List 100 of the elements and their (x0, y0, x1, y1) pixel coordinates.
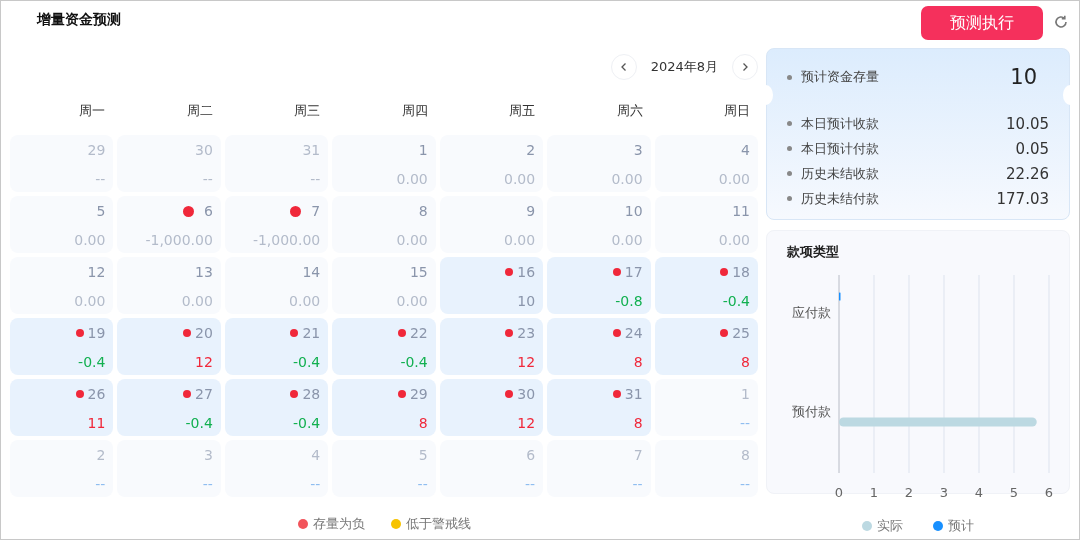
day-number: 3 (203, 447, 213, 463)
calendar-day[interactable]: 8 -- (654, 440, 758, 497)
calendar-day[interactable]: 1 0.00 (332, 135, 436, 192)
day-number: 13 (195, 264, 213, 280)
day-number: 25 (732, 325, 750, 341)
day-amount: -- (739, 415, 750, 431)
calendar-day[interactable]: 5 0.00 (10, 196, 114, 253)
calendar-day[interactable]: 27 -0.4 (117, 379, 221, 436)
weekday-header: 周日 (723, 102, 751, 120)
day-number: 5 (418, 447, 428, 463)
calendar-day[interactable]: 15 0.00 (332, 257, 436, 314)
day-number: 29 (87, 142, 106, 158)
calendar-day[interactable]: 18 -0.4 (654, 257, 758, 314)
calendar-day[interactable]: 5 -- (332, 440, 436, 497)
day-number: 6 (203, 203, 213, 219)
summary-value: 10 (1010, 65, 1037, 89)
day-number: 22 (409, 325, 428, 341)
forecast-button[interactable]: 预测执行 (921, 6, 1043, 40)
day-amount: -- (310, 171, 321, 187)
day-amount: -0.4 (78, 354, 106, 370)
summary-label: 历史未结收款 (801, 164, 880, 183)
calendar-day[interactable]: 19 -0.4 (10, 318, 114, 375)
calendar-day[interactable]: 3 0.00 (547, 135, 651, 192)
calendar-day[interactable]: 17 -0.8 (547, 257, 651, 314)
day-amount: 0.00 (396, 232, 428, 248)
day-amount: -1,000.00 (252, 232, 321, 248)
summary-label: 本日预计收款 (801, 114, 880, 133)
calendar-day[interactable]: 31 -- (224, 135, 329, 192)
day-amount: -- (95, 476, 106, 492)
day-number: 21 (302, 325, 321, 341)
calendar-day[interactable]: 8 0.00 (332, 196, 436, 253)
day-amount: 0.00 (289, 293, 321, 309)
calendar-day[interactable]: 21 -0.4 (224, 318, 329, 375)
weekday-header: 周四 (400, 102, 429, 120)
calendar-day[interactable]: 12 0.00 (10, 257, 114, 314)
day-number: 29 (409, 386, 428, 402)
axis-tick-label: 2 (904, 485, 914, 499)
day-number: 30 (517, 386, 536, 402)
calendar-day[interactable]: 2 -- (10, 440, 114, 497)
day-amount: 12 (517, 415, 536, 431)
calendar-day[interactable]: 6 -- (439, 440, 544, 497)
next-month-button[interactable] (732, 54, 758, 80)
day-number: 31 (624, 386, 643, 402)
calendar-day[interactable]: 26 11 (10, 379, 114, 436)
axis-tick-label: 6 (1044, 485, 1054, 499)
calendar-day[interactable]: 25 8 (654, 318, 758, 375)
calendar-day[interactable]: 3 -- (117, 440, 221, 497)
calendar-day[interactable]: 24 8 (547, 318, 651, 375)
day-amount: -0.8 (615, 293, 643, 309)
day-number: 28 (302, 386, 321, 402)
day-number: 18 (732, 264, 750, 280)
calendar-day[interactable]: 20 12 (117, 318, 221, 375)
day-number: 19 (87, 325, 106, 341)
calendar-day[interactable]: 29 -- (10, 135, 114, 192)
axis-tick-label: 1 (869, 485, 879, 499)
summary-label: 预计资金存量 (801, 68, 880, 86)
calendar-day[interactable]: 14 0.00 (224, 257, 329, 314)
previous-month-button[interactable] (610, 54, 637, 80)
calendar-day[interactable]: 7 -1,000.00 (224, 196, 329, 253)
refresh-icon[interactable] (1053, 14, 1069, 30)
calendar-day[interactable]: 11 0.00 (654, 196, 758, 253)
calendar-day[interactable]: 1 -- (654, 379, 758, 436)
day-amount: -- (739, 476, 750, 492)
day-number: 7 (633, 447, 643, 463)
day-number: 24 (624, 325, 643, 341)
day-amount: -0.4 (292, 354, 321, 370)
day-amount: 0.00 (503, 171, 536, 187)
calendar-day[interactable]: 2 0.00 (439, 135, 544, 192)
calendar-day[interactable]: 22 -0.4 (332, 318, 436, 375)
calendar-day[interactable]: 7 -- (547, 440, 651, 497)
calendar-day[interactable]: 30 12 (439, 379, 544, 436)
legend-label: 存量为负 (312, 515, 365, 533)
day-amount: 0.00 (396, 293, 428, 309)
day-number: 8 (418, 203, 428, 219)
calendar-day[interactable]: 29 8 (332, 379, 436, 436)
day-amount: 0.00 (396, 171, 428, 187)
calendar-day[interactable]: 28 -0.4 (224, 379, 329, 436)
day-number: 27 (195, 386, 213, 402)
calendar-day[interactable]: 16 10 (439, 257, 544, 314)
day-number: 1 (418, 142, 428, 158)
calendar-day[interactable]: 31 8 (547, 379, 651, 436)
day-amount: 12 (517, 354, 536, 370)
calendar-day[interactable]: 30 -- (117, 135, 221, 192)
calendar-day[interactable]: 23 12 (439, 318, 544, 375)
calendar-day[interactable]: 4 0.00 (654, 135, 758, 192)
calendar-day[interactable]: 4 -- (224, 440, 329, 497)
day-amount: 0.00 (718, 171, 750, 187)
axis-tick-label: 5 (1009, 485, 1019, 499)
day-amount: -- (417, 476, 428, 492)
day-number: 11 (732, 203, 750, 219)
month-label: 2024年8月 (650, 58, 718, 76)
category-label: 预付款 (792, 403, 831, 419)
calendar-day[interactable]: 6 -1,000.00 (117, 196, 221, 253)
calendar-day[interactable]: 10 0.00 (547, 196, 651, 253)
day-amount: 0.00 (181, 293, 213, 309)
day-number: 5 (96, 203, 106, 219)
calendar-day[interactable]: 9 0.00 (439, 196, 544, 253)
day-number: 2 (96, 447, 106, 463)
calendar-day[interactable]: 13 0.00 (117, 257, 221, 314)
day-amount: 12 (195, 354, 213, 370)
